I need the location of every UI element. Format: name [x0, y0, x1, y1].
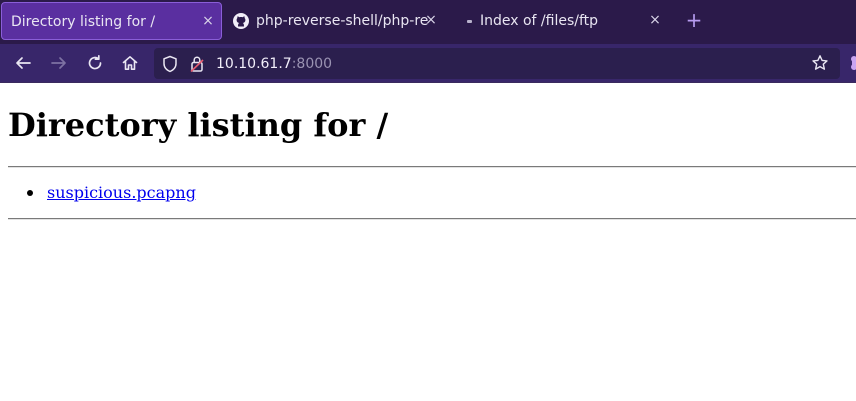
tab-index-files-ftp[interactable]: Index of /files/ftp ×: [458, 2, 673, 40]
bookmark-star-icon[interactable]: [811, 54, 829, 72]
close-tab-icon[interactable]: ×: [647, 11, 663, 29]
page-content: Directory listing for / suspicious.pcapn…: [0, 84, 856, 401]
tab-title: php-reverse-shell/php-re: [256, 13, 429, 29]
new-tab-button[interactable]: +: [683, 9, 705, 31]
shield-icon[interactable]: [162, 55, 178, 73]
extension-icon[interactable]: [848, 54, 856, 72]
home-icon: [122, 56, 138, 70]
url-port: :8000: [291, 56, 333, 72]
tab-title: Index of /files/ftp: [480, 13, 599, 29]
close-tab-icon[interactable]: ×: [200, 12, 216, 30]
reload-icon: [88, 54, 102, 70]
lock-icon[interactable]: [190, 55, 204, 73]
page-dot-icon: [467, 20, 472, 23]
back-arrow-icon: [16, 57, 31, 69]
divider: [8, 218, 856, 220]
address-bar[interactable]: 10.10.61.7:8000: [154, 48, 840, 79]
back-button[interactable]: [12, 52, 34, 74]
page-title: Directory listing for /: [8, 106, 389, 144]
url-host: 10.10.61.7: [216, 56, 292, 72]
list-item: suspicious.pcapng: [27, 182, 196, 204]
tab-php-reverse-shell[interactable]: php-reverse-shell/php-re ×: [225, 2, 440, 40]
url-text[interactable]: 10.10.61.7:8000: [216, 55, 332, 73]
close-tab-icon[interactable]: ×: [423, 11, 439, 29]
reload-button[interactable]: [84, 52, 106, 74]
tab-strip: Directory listing for / × php-reverse-sh…: [0, 0, 856, 44]
navigation-toolbar: 10.10.61.7:8000: [0, 44, 856, 83]
tab-directory-listing[interactable]: Directory listing for / ×: [1, 2, 222, 40]
forward-button[interactable]: [48, 52, 70, 74]
github-icon: [233, 13, 249, 29]
bullet: [27, 190, 33, 196]
file-link[interactable]: suspicious.pcapng: [47, 183, 196, 202]
file-list: suspicious.pcapng: [27, 182, 196, 204]
divider: [8, 166, 856, 168]
tab-title: Directory listing for /: [11, 14, 156, 30]
home-button[interactable]: [119, 52, 141, 74]
forward-arrow-icon: [51, 57, 66, 69]
